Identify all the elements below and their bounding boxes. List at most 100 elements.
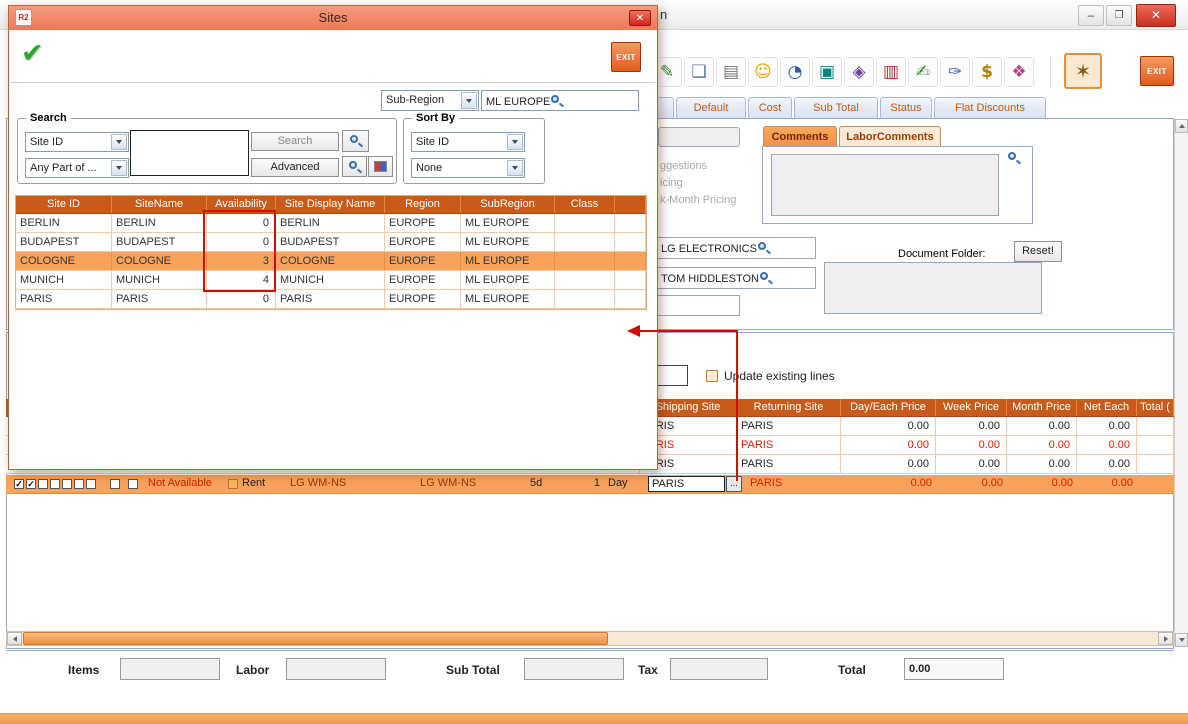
- tab-cost[interactable]: Cost: [748, 97, 792, 118]
- subregion-value-field[interactable]: ML EUROPE: [481, 90, 639, 111]
- chevron-down-icon[interactable]: [507, 160, 523, 176]
- tab-status[interactable]: Status: [880, 97, 932, 118]
- dialog-exit-button[interactable]: EXIT: [611, 42, 641, 72]
- tab-flat-discounts[interactable]: Flat Discounts: [934, 97, 1046, 118]
- col-region[interactable]: Region: [385, 196, 461, 213]
- advanced-button[interactable]: Advanced: [251, 158, 339, 177]
- scroll-up-button[interactable]: [1175, 119, 1188, 133]
- shipping-site-input[interactable]: PARIS: [648, 476, 725, 492]
- reset-button[interactable]: Reset!: [1014, 241, 1062, 262]
- update-checkbox[interactable]: [706, 370, 718, 382]
- toolbar-button-copy[interactable]: ❏: [684, 57, 714, 87]
- horizontal-scrollbar[interactable]: [6, 631, 1174, 646]
- row-checkbox-9[interactable]: [128, 479, 138, 489]
- grid-header-day-each-price[interactable]: Day/Each Price: [841, 399, 936, 416]
- horizontal-scroll-thumb[interactable]: [23, 632, 608, 645]
- toolbar-button-notes[interactable]: ✍: [908, 57, 938, 87]
- contact-search-icon[interactable]: [759, 271, 773, 285]
- toolbar-button-media[interactable]: ◈: [844, 57, 874, 87]
- search-match-combo-value: Any Part of ...: [30, 159, 110, 177]
- row-checkbox-5[interactable]: [62, 479, 72, 489]
- sort-primary-value: Site ID: [416, 133, 506, 151]
- main-exit-button[interactable]: EXIT: [1140, 56, 1174, 86]
- confirm-button[interactable]: ✔: [21, 38, 44, 69]
- grid-header-returning-site[interactable]: Returning Site: [737, 399, 841, 416]
- table-row-selected[interactable]: COLOGNE COLOGNE 3 COLOGNE EUROPE ML EURO…: [16, 252, 646, 271]
- sort-primary-combo[interactable]: Site ID: [411, 132, 525, 152]
- table-row[interactable]: PARIS PARIS 0 PARIS EUROPE ML EUROPE: [16, 290, 646, 309]
- toolbar-button-cubes[interactable]: ❖: [1004, 57, 1034, 87]
- maximize-button[interactable]: ❐: [1106, 5, 1132, 26]
- grid-view-button[interactable]: [368, 156, 393, 177]
- vertical-scrollbar[interactable]: [1174, 119, 1188, 647]
- grid-header-month-price[interactable]: Month Price: [1007, 399, 1077, 416]
- grid-header-total[interactable]: Total (: [1137, 399, 1174, 416]
- toolbar-button-smiley[interactable]: ☺: [748, 57, 778, 87]
- col-site-name[interactable]: SiteName: [112, 196, 207, 213]
- scroll-right-button[interactable]: [1158, 632, 1173, 645]
- grid-header-week-price[interactable]: Week Price: [936, 399, 1007, 416]
- toolbar-button-pen[interactable]: ✑: [940, 57, 970, 87]
- row-checkbox-6[interactable]: [74, 479, 84, 489]
- scroll-left-button[interactable]: [7, 632, 22, 645]
- grid-header-net-each[interactable]: Net Each: [1077, 399, 1137, 416]
- partial-control[interactable]: [658, 127, 740, 147]
- table-row[interactable]: MUNICH MUNICH 4 MUNICH EUROPE ML EUROPE: [16, 271, 646, 290]
- comments-textarea[interactable]: [771, 154, 999, 216]
- close-button[interactable]: ✕: [1136, 4, 1176, 27]
- row-checkbox-3[interactable]: [38, 479, 48, 489]
- tab-default[interactable]: Default: [676, 97, 746, 118]
- comments-search-icon[interactable]: [1007, 151, 1021, 165]
- col-site-id[interactable]: Site ID: [16, 196, 112, 213]
- search-input[interactable]: [130, 130, 249, 176]
- edit-icon: ✎: [660, 62, 674, 82]
- contact-field[interactable]: TOM HIDDLESTON: [656, 267, 816, 289]
- tab-sub-total[interactable]: Sub Total: [794, 97, 878, 118]
- pen-icon: ✑: [948, 62, 962, 82]
- customer-search-icon[interactable]: [757, 241, 771, 255]
- subregion-combo[interactable]: Sub-Region: [381, 90, 479, 111]
- col-site-display-name[interactable]: Site Display Name: [276, 196, 385, 213]
- chevron-down-icon[interactable]: [111, 134, 127, 150]
- col-class[interactable]: Class: [555, 196, 615, 213]
- scroll-down-button[interactable]: [1175, 633, 1188, 647]
- row-checkbox-2[interactable]: ✓: [26, 479, 36, 489]
- search-field-combo[interactable]: Site ID: [25, 132, 129, 152]
- rent-checkbox[interactable]: [228, 479, 238, 489]
- dialog-titlebar[interactable]: R2 Sites: [9, 6, 657, 30]
- chevron-down-icon[interactable]: [507, 134, 523, 150]
- tab-comments[interactable]: Comments: [763, 126, 837, 147]
- search-magnifier-button[interactable]: [342, 130, 369, 152]
- col-availability[interactable]: Availability: [207, 196, 276, 213]
- month-price-value: 0.00: [1007, 477, 1077, 489]
- browse-button[interactable]: ...: [726, 476, 742, 492]
- dialog-close-button[interactable]: ✕: [629, 10, 651, 26]
- toolbar-button-clock[interactable]: ◔: [780, 57, 810, 87]
- active-line-row[interactable]: ✓ ✓ Not Available Rent LG WM-NS LG WM-NS…: [6, 475, 1174, 494]
- toolbar-button-books[interactable]: ▥: [876, 57, 906, 87]
- row-checkbox-4[interactable]: [50, 479, 60, 489]
- chevron-down-icon[interactable]: [461, 92, 477, 109]
- search-match-combo[interactable]: Any Part of ...: [25, 158, 129, 178]
- toolbar-button-disk[interactable]: ▣: [812, 57, 842, 87]
- chevron-down-icon[interactable]: [111, 160, 127, 176]
- row-checkbox-8[interactable]: [110, 479, 120, 489]
- document-folder-area[interactable]: [824, 262, 1042, 314]
- tab-labor-comments[interactable]: LaborComments: [839, 126, 941, 147]
- row-checkbox-1[interactable]: ✓: [14, 479, 24, 489]
- minimize-button[interactable]: –: [1078, 5, 1104, 26]
- row-checkbox-7[interactable]: [86, 479, 96, 489]
- toolbar-button-print[interactable]: ▤: [716, 57, 746, 87]
- search-button[interactable]: Search: [251, 132, 339, 151]
- toolbar-divider: [11, 82, 655, 83]
- subregion-search-icon[interactable]: [550, 94, 564, 108]
- toolbar-button-money[interactable]: $: [972, 57, 1002, 87]
- table-row[interactable]: BUDAPEST BUDAPEST 0 BUDAPEST EUROPE ML E…: [16, 233, 646, 252]
- toolbar-button-wand[interactable]: ✶: [1064, 53, 1102, 89]
- close-icon: ✕: [1151, 8, 1161, 22]
- advanced-search-icon-button[interactable]: [342, 156, 367, 177]
- sort-secondary-combo[interactable]: None: [411, 158, 525, 178]
- customer-field[interactable]: LG ELECTRONICS: [656, 237, 816, 259]
- table-row[interactable]: BERLIN BERLIN 0 BERLIN EUROPE ML EUROPE: [16, 214, 646, 233]
- col-subregion[interactable]: SubRegion: [461, 196, 555, 213]
